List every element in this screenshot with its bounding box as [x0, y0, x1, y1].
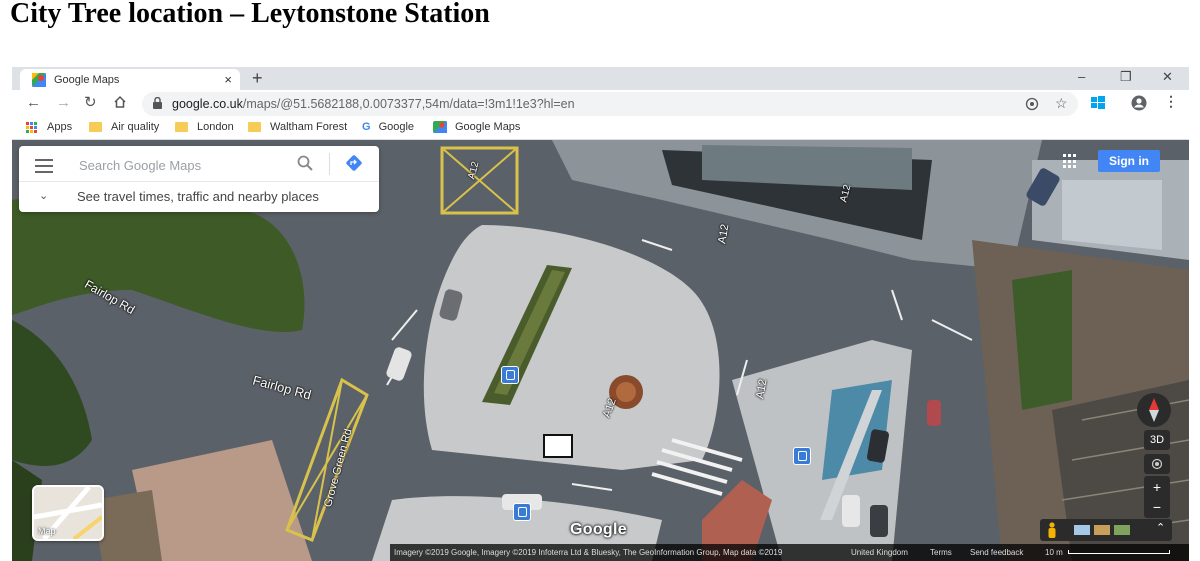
- tab-close-icon[interactable]: ×: [224, 73, 232, 86]
- google-apps-icon[interactable]: [1063, 154, 1078, 169]
- satellite-map[interactable]: Fairlop Rd Fairlop Rd A12 A12 A12 A12 A1…: [12, 140, 1189, 561]
- bus-stop-icon[interactable]: [513, 503, 531, 521]
- folder-icon: [175, 122, 188, 132]
- address-bar[interactable]: google.co.uk/maps/@51.5682188,0.0073377,…: [142, 92, 1078, 116]
- terms-link[interactable]: Terms: [930, 548, 952, 557]
- search-separator: [329, 153, 330, 175]
- pegman-icon[interactable]: [1046, 522, 1058, 538]
- google-g-icon: G: [362, 121, 371, 133]
- tab-strip: Google Maps × + – ❒ ✕: [12, 67, 1189, 90]
- maps-search-panel: ⌄ See travel times, traffic and nearby p…: [19, 146, 379, 212]
- bookmark-label: Air quality: [111, 121, 160, 133]
- lock-icon: [153, 97, 162, 109]
- maps-favicon-icon: [32, 72, 46, 87]
- apps-grid-icon: [26, 121, 37, 133]
- bookmark-label: Waltham Forest: [270, 121, 348, 133]
- tab-title: Google Maps: [54, 73, 120, 86]
- browser-toolbar: ← → ↻ google.co.uk/maps/@51.5682188,0.00…: [12, 90, 1189, 117]
- bookmark-label: Apps: [47, 121, 73, 133]
- home-icon[interactable]: [113, 95, 127, 109]
- imagery-thumbnail[interactable]: [1114, 525, 1130, 535]
- imagery-thumbnail[interactable]: [1094, 525, 1110, 535]
- search-input[interactable]: [77, 154, 291, 176]
- zoom-out-button[interactable]: −: [1153, 497, 1161, 517]
- chevron-down-icon[interactable]: ⌄: [39, 189, 48, 202]
- bookmark-air-quality[interactable]: Air quality: [89, 121, 159, 133]
- bookmark-google-maps[interactable]: Google Maps: [433, 121, 520, 133]
- windows-extension-icon[interactable]: [1091, 96, 1105, 110]
- bookmark-waltham-forest[interactable]: Waltham Forest: [248, 121, 347, 133]
- bookmark-label: Google Maps: [455, 121, 521, 133]
- restore-button[interactable]: ❒: [1120, 69, 1132, 85]
- bookmark-london[interactable]: London: [175, 121, 234, 133]
- zoom-control: + −: [1144, 476, 1170, 518]
- bookmark-star-icon[interactable]: ☆: [1055, 95, 1068, 111]
- bookmarks-bar: Apps Air quality London Waltham Forest G…: [12, 117, 1189, 140]
- kebab-menu-icon[interactable]: ⋮: [1164, 93, 1178, 109]
- directions-icon[interactable]: [345, 154, 363, 172]
- browser-window: Google Maps × + – ❒ ✕ ← → ↻ google.co.uk…: [12, 67, 1189, 561]
- imagery-thumbnail[interactable]: [1074, 525, 1090, 535]
- zoom-in-button[interactable]: +: [1153, 477, 1161, 497]
- map-layer-toggle[interactable]: Map: [32, 485, 104, 541]
- bus-stop-icon[interactable]: [501, 366, 519, 384]
- search-divider: [19, 181, 379, 182]
- scale-label: 10 m: [1045, 548, 1063, 557]
- send-feedback-link[interactable]: Send feedback: [970, 548, 1023, 557]
- location-marker: [543, 434, 573, 458]
- bookmark-label: London: [197, 121, 234, 133]
- search-icon[interactable]: [296, 154, 314, 172]
- layer-label: Map: [38, 526, 56, 536]
- hamburger-menu-icon[interactable]: [35, 159, 53, 177]
- imagery-attribution: Imagery ©2019 Google, Imagery ©2019 Info…: [394, 548, 783, 557]
- minimize-button[interactable]: –: [1078, 69, 1085, 84]
- bookmark-label: Google: [378, 121, 415, 133]
- map-footer: Imagery ©2019 Google, Imagery ©2019 Info…: [390, 544, 1189, 561]
- close-window-button[interactable]: ✕: [1162, 69, 1173, 85]
- profile-avatar-icon[interactable]: [1131, 95, 1147, 111]
- scale-bar: [1068, 550, 1170, 554]
- new-tab-button[interactable]: +: [252, 68, 263, 88]
- street-view-bar: ⌃: [1040, 519, 1172, 541]
- maps-icon: [433, 121, 447, 133]
- region-label[interactable]: United Kingdom: [851, 548, 908, 557]
- compass-control[interactable]: [1137, 393, 1171, 427]
- chevron-up-icon[interactable]: ⌃: [1156, 521, 1165, 534]
- folder-icon: [89, 122, 102, 132]
- reload-icon[interactable]: ↻: [84, 94, 97, 112]
- bus-stop-icon[interactable]: [793, 447, 811, 465]
- bookmark-google[interactable]: G Google: [362, 121, 414, 133]
- explore-hint[interactable]: See travel times, traffic and nearby pla…: [77, 189, 319, 204]
- folder-icon: [248, 122, 261, 132]
- install-icon[interactable]: [1025, 97, 1039, 111]
- google-logo: Google: [570, 521, 627, 538]
- 3d-toggle[interactable]: 3D: [1144, 430, 1170, 450]
- my-location-icon: [1151, 458, 1163, 470]
- bookmark-apps[interactable]: Apps: [26, 121, 72, 133]
- url-text: google.co.uk/maps/@51.5682188,0.0073377,…: [172, 97, 575, 111]
- forward-arrow-icon[interactable]: →: [56, 94, 71, 112]
- page-title: City Tree location – Leytonstone Station: [10, 0, 490, 29]
- sign-in-button[interactable]: Sign in: [1098, 150, 1160, 172]
- compass-icon: [1149, 398, 1159, 422]
- back-arrow-icon[interactable]: ←: [26, 94, 41, 112]
- my-location-button[interactable]: [1144, 454, 1170, 474]
- tab-google-maps[interactable]: Google Maps ×: [20, 69, 240, 90]
